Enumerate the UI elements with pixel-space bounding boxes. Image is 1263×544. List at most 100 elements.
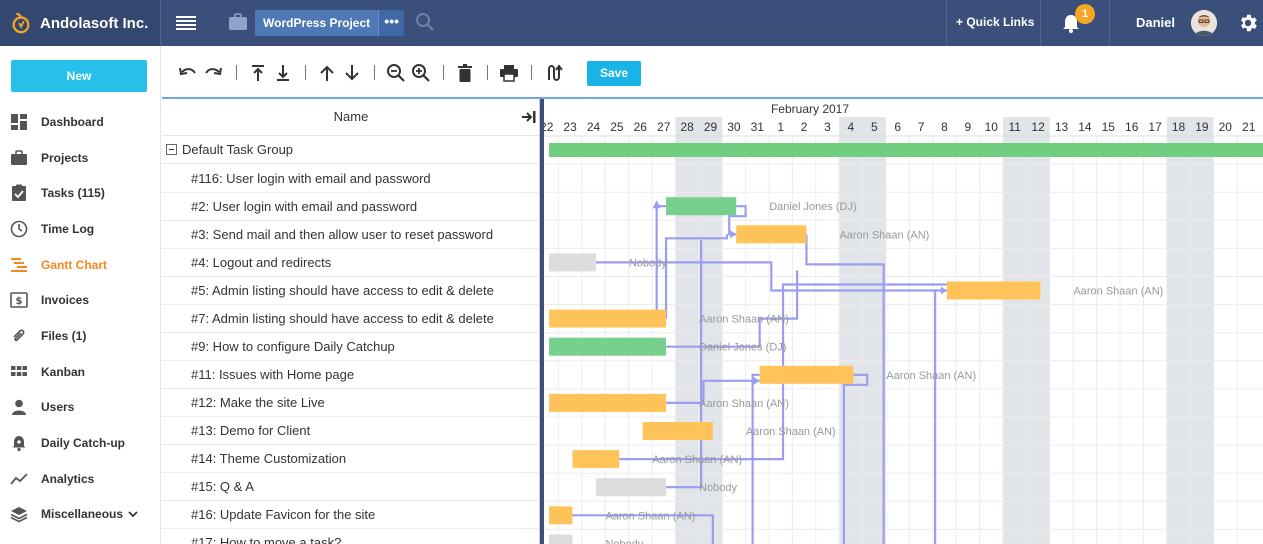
notification-badge[interactable]: 1: [1075, 4, 1095, 24]
avatar[interactable]: [1191, 10, 1217, 36]
timeline-day-label: 17: [1148, 120, 1162, 134]
critical-path-icon[interactable]: [546, 63, 566, 83]
weekend-column: [1003, 117, 1027, 544]
table-row[interactable]: #12: Make the site Live: [162, 389, 539, 417]
redo-icon[interactable]: [203, 63, 223, 83]
project-more-button[interactable]: •••: [378, 10, 405, 36]
zoom-out-icon[interactable]: [386, 63, 406, 83]
user-name[interactable]: Daniel: [1136, 15, 1175, 30]
table-row[interactable]: #116: User login with email and password: [162, 165, 539, 193]
toolbar-separator: [236, 65, 237, 80]
top-bar: Andolasoft Inc. WordPress Project ••• + …: [0, 0, 1263, 46]
timeline-day-label: 16: [1125, 120, 1139, 134]
table-row[interactable]: #2: User login with email and password: [162, 193, 539, 221]
table-row[interactable]: #3: Send mail and then allow user to res…: [162, 221, 539, 249]
menu-icon[interactable]: [176, 15, 196, 31]
table-row[interactable]: #15: Q & A: [162, 473, 539, 501]
task-assignee-label: Aaron Shaan (AN): [699, 398, 789, 410]
move-to-top-icon[interactable]: [248, 63, 268, 83]
collapse-grid-icon[interactable]: [521, 109, 537, 125]
chevron-down-icon[interactable]: [127, 508, 139, 520]
new-button[interactable]: New: [11, 60, 147, 92]
task-assignee-label: Daniel Jones (DJ): [699, 342, 786, 354]
task-name: #14: Theme Customization: [191, 451, 347, 466]
gear-icon[interactable]: [1237, 12, 1259, 34]
timeline-day-label: 8: [941, 120, 948, 134]
toolbar-separator: [531, 65, 532, 80]
task-bar[interactable]: [549, 393, 667, 412]
table-row[interactable]: #9: How to configure Daily Catchup: [162, 333, 539, 361]
task-bar[interactable]: [759, 365, 854, 384]
move-to-bottom-icon[interactable]: [273, 63, 293, 83]
sidebar-item-dashboard[interactable]: Dashboard: [0, 107, 160, 137]
divider: [946, 0, 947, 46]
sidebar-item-time-log[interactable]: Time Log: [0, 214, 160, 244]
table-row[interactable]: #7: Admin listing should have access to …: [162, 305, 539, 333]
sidebar-item-kanban[interactable]: Kanban: [0, 357, 160, 387]
quick-links-button[interactable]: + Quick Links: [956, 15, 1034, 29]
collapse-group-icon[interactable]: [166, 144, 177, 155]
table-row[interactable]: #16: Update Favicon for the site: [162, 501, 539, 529]
sidebar-item-files[interactable]: Files (1): [0, 321, 160, 351]
table-row[interactable]: #17: How to move a task?: [162, 529, 539, 544]
table-row[interactable]: #13: Demo for Client: [162, 417, 539, 445]
project-name[interactable]: WordPress Project: [255, 10, 379, 36]
task-bar[interactable]: [549, 309, 667, 328]
task-bar[interactable]: [549, 506, 573, 525]
move-down-icon[interactable]: [342, 63, 362, 83]
task-bar[interactable]: [946, 281, 1041, 300]
sidebar-item-projects[interactable]: Projects: [0, 143, 160, 173]
move-up-icon[interactable]: [317, 63, 337, 83]
divider: [160, 0, 161, 46]
save-button[interactable]: Save: [587, 61, 641, 86]
briefcase-icon[interactable]: [228, 12, 248, 32]
toolbar-separator: [305, 65, 306, 80]
timeline-day-label: 14: [1078, 120, 1092, 134]
kanban-icon: [11, 366, 27, 376]
zoom-in-icon[interactable]: [411, 63, 431, 83]
weekend-column: [862, 117, 886, 544]
summary-bar[interactable]: [549, 143, 1263, 157]
task-bar[interactable]: [549, 337, 667, 356]
undo-icon[interactable]: [178, 63, 198, 83]
svg-text:$: $: [16, 296, 23, 307]
sidebar-item-label: Projects: [41, 151, 89, 165]
project-selector[interactable]: WordPress Project •••: [255, 10, 405, 36]
task-assignee-label: Nobody: [605, 538, 643, 544]
task-bar[interactable]: [736, 225, 807, 244]
sidebar-item-miscellaneous[interactable]: Miscellaneous: [0, 499, 160, 529]
column-header-name[interactable]: Name: [162, 109, 539, 124]
dashboard-icon: [11, 114, 27, 130]
sidebar-item-daily-catch-up[interactable]: Daily Catch-up: [0, 428, 160, 458]
timeline-day-label: 27: [657, 120, 671, 134]
task-bar[interactable]: [595, 478, 667, 497]
table-row[interactable]: #11: Issues with Home page: [162, 361, 539, 389]
sidebar-item-tasks[interactable]: Tasks (115): [0, 178, 160, 208]
table-row[interactable]: #5: Admin listing should have access to …: [162, 277, 539, 305]
search-icon[interactable]: [415, 12, 435, 32]
link-arrow: [753, 376, 760, 385]
table-row[interactable]: #4: Logout and redirects: [162, 249, 539, 277]
delete-icon[interactable]: [455, 63, 475, 83]
task-bar[interactable]: [666, 197, 737, 216]
sidebar-item-gantt-chart[interactable]: Gantt Chart: [0, 250, 160, 280]
gantt-icon: [11, 258, 27, 272]
sidebar-item-label: Dashboard: [41, 115, 104, 129]
briefcase-icon: [11, 150, 27, 165]
brand[interactable]: Andolasoft Inc.: [0, 0, 160, 46]
task-group-row[interactable]: Default Task Group: [162, 136, 539, 164]
sidebar-item-analytics[interactable]: Analytics: [0, 464, 160, 494]
sidebar-item-label: Analytics: [41, 472, 95, 486]
table-row[interactable]: #14: Theme Customization: [162, 445, 539, 473]
timeline-day-label: 30: [727, 120, 741, 134]
sidebar-item-users[interactable]: Users: [0, 392, 160, 422]
task-name: #15: Q & A: [191, 479, 254, 494]
timeline-day-label: 4: [848, 120, 855, 134]
task-bar[interactable]: [642, 422, 713, 440]
gantt-chart-svg: February 2017222324252627282930311234567…: [544, 102, 1263, 544]
sidebar-item-invoices[interactable]: $ Invoices: [0, 285, 160, 315]
task-bar[interactable]: [572, 450, 620, 469]
task-bar[interactable]: [549, 534, 573, 544]
task-bar[interactable]: [549, 253, 596, 272]
print-icon[interactable]: [499, 63, 519, 83]
